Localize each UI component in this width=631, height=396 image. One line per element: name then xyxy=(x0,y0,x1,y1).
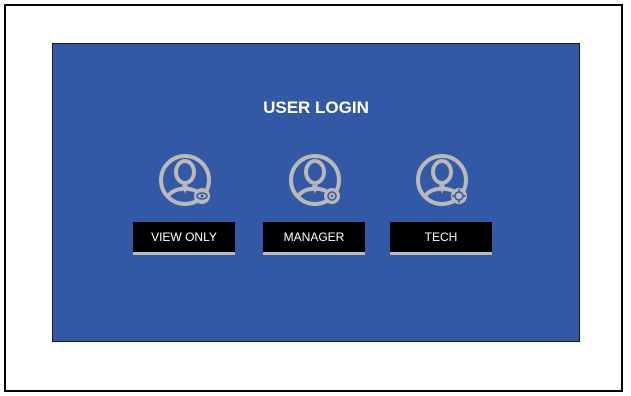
user-eye-icon xyxy=(158,152,214,210)
user-option-tech: TECH xyxy=(390,152,492,277)
user-option-view-only: VIEW ONLY xyxy=(133,152,235,277)
user-gear-icon xyxy=(415,152,471,210)
manager-button[interactable]: MANAGER xyxy=(263,222,365,255)
user-gear-icon xyxy=(288,152,344,210)
login-panel: USER LOGIN VIEW ONLY MANAGER TECH xyxy=(52,43,580,342)
view-only-button[interactable]: VIEW ONLY xyxy=(133,222,235,255)
page-title: USER LOGIN xyxy=(263,98,369,117)
tech-button[interactable]: TECH xyxy=(390,222,492,255)
user-option-manager: MANAGER xyxy=(263,152,365,277)
